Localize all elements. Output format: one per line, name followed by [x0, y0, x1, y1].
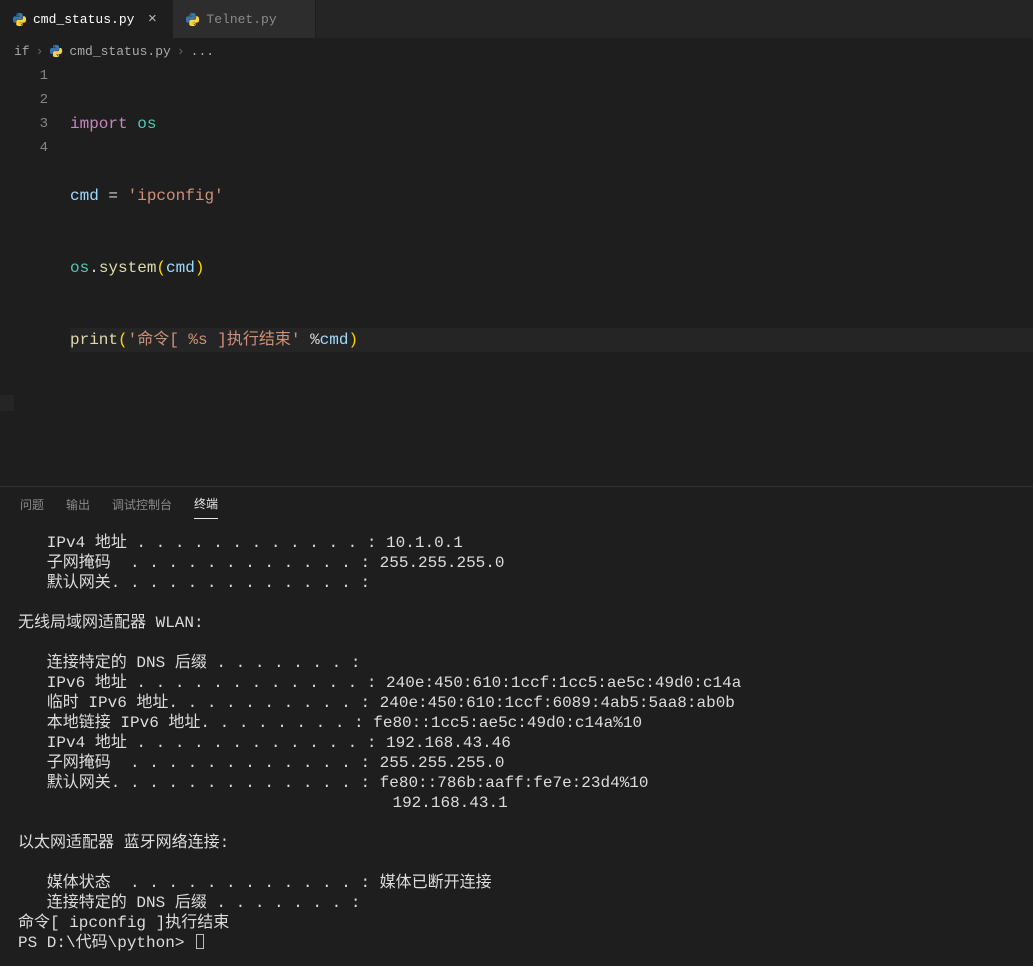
- chevron-right-icon: ›: [36, 44, 44, 59]
- line-number: 1: [0, 64, 48, 88]
- paren: ): [195, 259, 205, 277]
- line-number: 3: [0, 112, 48, 136]
- chevron-right-icon: ›: [177, 44, 185, 59]
- code-editor[interactable]: 1 2 3 4 import os cmd = 'ipconfig' os.sy…: [0, 64, 1033, 400]
- variable: cmd: [70, 187, 99, 205]
- python-icon: [185, 12, 200, 27]
- string: '命令[ %s ]执行结束': [128, 331, 301, 349]
- keyword: import: [70, 115, 128, 133]
- string: 'ipconfig': [128, 187, 224, 205]
- tab-telnet[interactable]: Telnet.py ×: [173, 0, 315, 38]
- tab-cmd-status[interactable]: cmd_status.py ×: [0, 0, 173, 38]
- space: [300, 331, 310, 349]
- operator: =: [99, 187, 128, 205]
- python-icon: [49, 44, 63, 58]
- tab-label: Telnet.py: [206, 12, 276, 27]
- sidebar-sliver: [0, 395, 14, 411]
- paren: ): [348, 331, 358, 349]
- line-gutter: 1 2 3 4: [0, 64, 70, 160]
- tabs-bar: cmd_status.py × Telnet.py ×: [0, 0, 1033, 38]
- tab-label: cmd_status.py: [33, 12, 134, 27]
- paren: (: [118, 331, 128, 349]
- dot: .: [89, 259, 99, 277]
- line-number: 4: [0, 136, 48, 160]
- operator: %: [310, 331, 320, 349]
- terminal[interactable]: IPv4 地址 . . . . . . . . . . . . : 10.1.0…: [0, 521, 1033, 966]
- panel-tabs: 问题 输出 调试控制台 终端: [0, 487, 1033, 521]
- close-icon[interactable]: ×: [144, 11, 160, 28]
- function: system: [99, 259, 157, 277]
- argument: cmd: [166, 259, 195, 277]
- argument: cmd: [320, 331, 349, 349]
- breadcrumb-file[interactable]: cmd_status.py: [69, 44, 170, 59]
- terminal-cursor: [196, 934, 204, 949]
- breadcrumb-root[interactable]: if: [14, 44, 30, 59]
- terminal-prompt: PS D:\代码\python>: [18, 934, 194, 952]
- panel-tab-output[interactable]: 输出: [66, 490, 90, 519]
- bottom-panel: 问题 输出 调试控制台 终端 IPv4 地址 . . . . . . . . .…: [0, 486, 1033, 966]
- editor-blank[interactable]: [0, 400, 1033, 486]
- breadcrumb-tail[interactable]: ...: [191, 44, 214, 59]
- code-area[interactable]: import os cmd = 'ipconfig' os.system(cmd…: [70, 64, 1033, 400]
- panel-tab-terminal[interactable]: 终端: [194, 489, 218, 519]
- function: print: [70, 331, 118, 349]
- module: os: [128, 115, 157, 133]
- paren: (: [156, 259, 166, 277]
- module: os: [70, 259, 89, 277]
- panel-tab-problems[interactable]: 问题: [20, 490, 44, 519]
- python-icon: [12, 12, 27, 27]
- line-number: 2: [0, 88, 48, 112]
- breadcrumb: if › cmd_status.py › ...: [0, 38, 1033, 64]
- panel-tab-debug-console[interactable]: 调试控制台: [112, 490, 172, 519]
